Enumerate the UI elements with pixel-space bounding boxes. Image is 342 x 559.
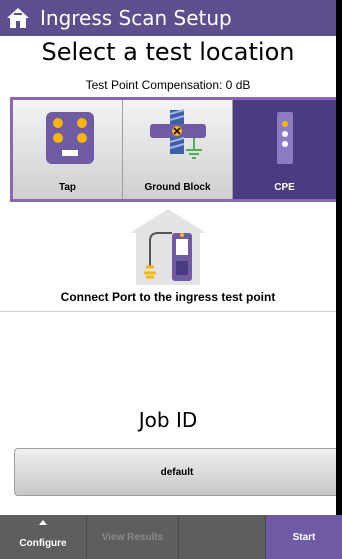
- app-screen: Ingress Scan Setup Select a test locatio…: [0, 0, 342, 559]
- configure-button[interactable]: Configure: [0, 515, 87, 559]
- location-tap-button[interactable]: Tap: [13, 100, 123, 199]
- empty-nav-slot: [179, 515, 266, 559]
- configure-label: Configure: [19, 537, 67, 549]
- location-cpe-button[interactable]: CPE: [233, 100, 336, 199]
- tap-icon: [38, 108, 98, 173]
- ground-block-icon: [146, 108, 210, 173]
- location-cpe-label: CPE: [274, 182, 295, 193]
- start-button[interactable]: Start: [266, 515, 342, 559]
- title-bar: Ingress Scan Setup: [0, 0, 336, 36]
- job-id-label: Job ID: [138, 408, 198, 432]
- location-ground-block-label: Ground Block: [144, 182, 211, 193]
- cpe-icon: [265, 108, 305, 173]
- page-title: Select a test location: [41, 38, 295, 66]
- bottom-nav-bar: Configure View Results Start: [0, 515, 342, 559]
- location-tap-label: Tap: [58, 182, 77, 193]
- connect-port-illustration: [128, 207, 208, 287]
- job-id-field[interactable]: default: [14, 448, 340, 496]
- main-panel: Ingress Scan Setup Select a test locatio…: [0, 0, 340, 559]
- connect-instruction: Connect Port to the ingress test point: [60, 290, 276, 304]
- compensation-text: Test Point Compensation: 0 dB: [85, 78, 251, 92]
- screen-edge: [336, 0, 342, 559]
- section-divider: [0, 311, 336, 312]
- test-location-selector: Tap Ground Block CPE: [10, 97, 336, 202]
- app-title: Ingress Scan Setup: [40, 6, 232, 30]
- caret-up-icon: [39, 520, 47, 525]
- home-icon[interactable]: [0, 0, 36, 36]
- view-results-button[interactable]: View Results: [87, 515, 179, 559]
- location-ground-block-button[interactable]: Ground Block: [123, 100, 233, 199]
